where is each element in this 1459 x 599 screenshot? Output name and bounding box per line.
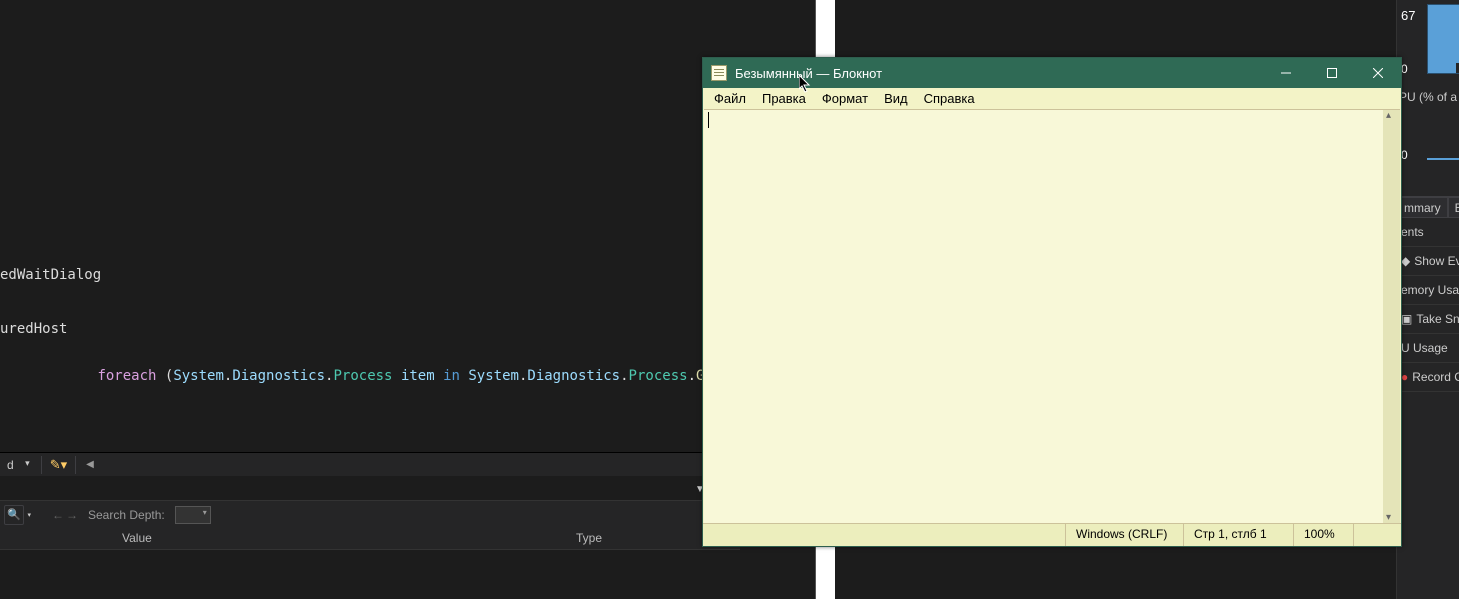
axis-zero-2: 0 bbox=[1401, 148, 1408, 162]
row-label: Record C bbox=[1412, 370, 1459, 384]
memory-chart bbox=[1427, 4, 1459, 74]
type: Process bbox=[629, 368, 688, 384]
menu-format[interactable]: Формат bbox=[815, 90, 875, 107]
minimize-icon bbox=[1281, 68, 1291, 78]
menu-edit[interactable]: Правка bbox=[755, 90, 813, 107]
separator bbox=[41, 456, 42, 474]
notepad-title: Безымянный — Блокнот bbox=[735, 66, 1263, 81]
type: Process bbox=[333, 368, 392, 384]
record-icon: ● bbox=[1401, 370, 1408, 384]
camera-icon: ▣ bbox=[1401, 312, 1412, 326]
ns: Diagnostics bbox=[527, 368, 620, 384]
notepad-menubar: Файл Правка Формат Вид Справка bbox=[703, 88, 1401, 109]
vertical-scrollbar[interactable] bbox=[1383, 110, 1400, 523]
ns: Diagnostics bbox=[232, 368, 325, 384]
search-depth-combo[interactable] bbox=[175, 506, 211, 524]
cpu-value: 67 bbox=[1401, 8, 1415, 23]
kw-foreach: foreach bbox=[97, 368, 156, 384]
row-label: Show Ev bbox=[1414, 254, 1459, 268]
punct: . bbox=[620, 368, 628, 384]
kw-in: in bbox=[435, 368, 469, 384]
row-events-header: ents bbox=[1397, 218, 1459, 247]
cpu-axis-label: PU (% of a bbox=[1399, 90, 1457, 104]
col-type[interactable]: Type bbox=[576, 531, 602, 545]
ns: System bbox=[173, 368, 224, 384]
minimize-button[interactable] bbox=[1263, 58, 1309, 88]
punct: . bbox=[688, 368, 696, 384]
partial-line-1: edWaitDialog bbox=[0, 266, 101, 284]
nav-arrows: ← → bbox=[52, 508, 78, 522]
tab-summary[interactable]: mmary bbox=[1397, 197, 1448, 218]
watch-headers: Value Type bbox=[0, 528, 740, 550]
row-label: U Usage bbox=[1401, 341, 1448, 355]
separator bbox=[75, 456, 76, 474]
text-caret bbox=[708, 112, 709, 128]
status-zoom: 100% bbox=[1293, 524, 1353, 546]
tab-events[interactable]: E bbox=[1448, 197, 1459, 218]
menu-help[interactable]: Справка bbox=[917, 90, 982, 107]
close-icon bbox=[1373, 68, 1383, 78]
diamond-icon: ◆ bbox=[1401, 254, 1410, 268]
scroll-left-icon[interactable]: ◀ bbox=[86, 459, 94, 470]
notepad-body bbox=[704, 109, 1400, 523]
ns: System bbox=[468, 368, 519, 384]
maximize-icon bbox=[1327, 68, 1337, 78]
row-record-cpu[interactable]: ● Record C bbox=[1397, 363, 1459, 392]
status-empty bbox=[1353, 524, 1401, 546]
row-cpu-header: U Usage bbox=[1397, 334, 1459, 363]
dropdown-d[interactable]: d bbox=[2, 457, 33, 473]
notepad-titlebar[interactable]: Безымянный — Блокнот bbox=[703, 58, 1401, 88]
status-position: Стр 1, стлб 1 bbox=[1183, 524, 1293, 546]
search-icon[interactable]: 🔍 bbox=[4, 505, 24, 525]
row-label: emory Usa bbox=[1401, 283, 1459, 297]
diag-tabs: mmary E bbox=[1397, 196, 1459, 218]
code-block: foreach (System.Diagnostics.Process item… bbox=[30, 310, 772, 452]
notepad-statusbar: Windows (CRLF) Стр 1, стлб 1 100% bbox=[703, 523, 1401, 546]
axis-zero: 0 bbox=[1401, 62, 1408, 76]
maximize-button[interactable] bbox=[1309, 58, 1355, 88]
row-label: ents bbox=[1401, 225, 1424, 239]
nav-back-icon[interactable]: ← bbox=[52, 508, 64, 522]
nav-fwd-icon[interactable]: → bbox=[66, 508, 78, 522]
close-button[interactable] bbox=[1355, 58, 1401, 88]
brush-icon[interactable]: ✎▾ bbox=[50, 457, 67, 473]
notepad-textarea[interactable] bbox=[704, 110, 1383, 523]
cpu-chart bbox=[1427, 108, 1459, 160]
row-memory-header: emory Usa bbox=[1397, 276, 1459, 305]
col-value[interactable]: Value bbox=[122, 531, 152, 545]
row-show-events[interactable]: ◆ Show Ev bbox=[1397, 247, 1459, 276]
var: item bbox=[401, 368, 435, 384]
notepad-app-icon bbox=[711, 65, 727, 81]
notepad-window[interactable]: Безымянный — Блокнот Файл Правка Формат … bbox=[702, 57, 1402, 547]
search-depth-label: Search Depth: bbox=[88, 508, 165, 522]
menu-view[interactable]: Вид bbox=[877, 90, 915, 107]
status-encoding: Windows (CRLF) bbox=[1065, 524, 1183, 546]
punct: ( bbox=[156, 368, 173, 384]
code-editor[interactable]: edWaitDialog uredHost foreach (System.Di… bbox=[0, 0, 815, 452]
watch-toolbar: 🔍 ← → Search Depth: bbox=[0, 500, 740, 528]
sp bbox=[393, 368, 401, 384]
row-take-snapshot[interactable]: ▣ Take Sna bbox=[1397, 305, 1459, 334]
diagnostics-panel: 67 ▼ 0 PU (% of a 0 mmary E ents ◆Show E… bbox=[1396, 0, 1459, 599]
row-label: Take Sna bbox=[1416, 312, 1459, 326]
menu-file[interactable]: Файл bbox=[707, 90, 753, 107]
editor-bottom-toolbar: d ✎▾ ◀ bbox=[0, 452, 740, 476]
